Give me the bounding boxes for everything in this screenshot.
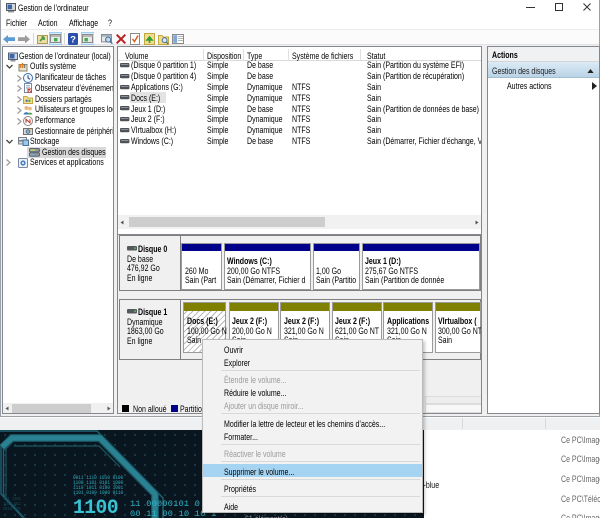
svg-text:?: ? (70, 35, 76, 46)
